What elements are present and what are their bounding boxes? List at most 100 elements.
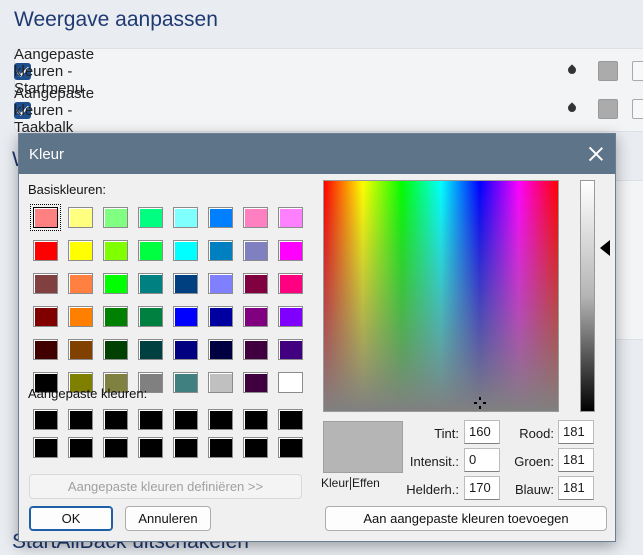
custom-color-swatch-fill: [68, 436, 93, 458]
basic-color-swatch[interactable]: [273, 333, 308, 366]
basic-color-swatch[interactable]: [28, 333, 63, 366]
custom-color-swatch[interactable]: [238, 405, 273, 433]
basic-color-swatch[interactable]: [238, 201, 273, 234]
custom-color-swatch[interactable]: [273, 433, 308, 461]
basic-color-swatch[interactable]: [98, 234, 133, 267]
color-spectrum[interactable]: [323, 180, 559, 412]
basic-color-swatch[interactable]: [203, 234, 238, 267]
basic-color-swatch[interactable]: [238, 234, 273, 267]
crosshair-icon[interactable]: [474, 397, 486, 409]
basic-color-swatch[interactable]: [273, 366, 308, 399]
basic-color-swatch-fill: [103, 240, 128, 261]
custom-color-swatch[interactable]: [203, 433, 238, 461]
basic-color-swatch[interactable]: [273, 267, 308, 300]
luminance-slider[interactable]: [580, 180, 595, 412]
basic-color-swatch[interactable]: [63, 234, 98, 267]
custom-color-swatch[interactable]: [63, 405, 98, 433]
custom-color-swatch[interactable]: [203, 405, 238, 433]
basic-color-swatch-fill: [243, 339, 268, 360]
basic-color-swatch[interactable]: [203, 366, 238, 399]
basic-color-swatch[interactable]: [133, 234, 168, 267]
custom-color-swatch[interactable]: [28, 433, 63, 461]
custom-color-swatch-fill: [103, 436, 128, 458]
basic-color-swatch[interactable]: [203, 333, 238, 366]
dialog-title: Kleur: [29, 145, 65, 163]
basic-color-swatch[interactable]: [63, 300, 98, 333]
basic-color-swatch[interactable]: [203, 267, 238, 300]
custom-color-swatch[interactable]: [133, 405, 168, 433]
basic-color-swatch[interactable]: [238, 333, 273, 366]
luminance-field[interactable]: 170: [464, 476, 500, 500]
custom-color-swatch-fill: [278, 436, 303, 458]
basic-color-swatch[interactable]: [133, 267, 168, 300]
basic-color-swatch[interactable]: [133, 333, 168, 366]
basic-color-swatch[interactable]: [28, 267, 63, 300]
basic-color-swatch[interactable]: [98, 333, 133, 366]
slider-arrow-icon[interactable]: [600, 240, 610, 256]
hue-field[interactable]: 160: [464, 420, 500, 444]
preview-label-color: Kleur: [321, 476, 350, 490]
basic-color-swatch[interactable]: [273, 201, 308, 234]
custom-color-swatch[interactable]: [273, 405, 308, 433]
basic-color-swatch[interactable]: [203, 201, 238, 234]
taskbar-color-swatch[interactable]: [598, 99, 618, 119]
define-custom-colors-button[interactable]: Aangepaste kleuren definiëren >>: [29, 474, 302, 499]
basic-color-swatch-fill: [138, 306, 163, 327]
custom-color-swatch[interactable]: [238, 433, 273, 461]
basic-color-swatch[interactable]: [168, 366, 203, 399]
basic-color-swatch[interactable]: [203, 300, 238, 333]
basic-color-swatch[interactable]: [28, 201, 63, 234]
basic-color-swatch[interactable]: [63, 267, 98, 300]
basic-color-swatch[interactable]: [238, 267, 273, 300]
custom-color-swatch[interactable]: [63, 433, 98, 461]
basic-color-swatch[interactable]: [63, 333, 98, 366]
startmenu-color-swatch[interactable]: [598, 61, 618, 81]
custom-color-swatch[interactable]: [168, 405, 203, 433]
basic-color-swatch[interactable]: [28, 234, 63, 267]
basic-color-swatch[interactable]: [168, 300, 203, 333]
taskbar-colors-row[interactable]: Aangepaste kleuren - Taakbalk: [14, 85, 94, 136]
blue-field[interactable]: 181: [558, 476, 594, 500]
basic-color-swatch[interactable]: [238, 300, 273, 333]
custom-color-swatch[interactable]: [168, 433, 203, 461]
basic-color-swatch[interactable]: [238, 366, 273, 399]
custom-color-swatch[interactable]: [28, 405, 63, 433]
basic-color-swatch-fill: [68, 207, 93, 228]
basic-color-swatch-fill: [278, 240, 303, 261]
basic-color-swatch[interactable]: [63, 201, 98, 234]
droplet-icon[interactable]: [567, 64, 577, 76]
basic-color-swatch[interactable]: [133, 201, 168, 234]
custom-color-swatch[interactable]: [133, 433, 168, 461]
custom-color-swatch[interactable]: [98, 405, 133, 433]
basic-color-swatch[interactable]: [273, 234, 308, 267]
basic-color-swatch-fill: [33, 306, 58, 327]
saturation-field[interactable]: 0: [464, 448, 500, 472]
basic-color-swatch[interactable]: [28, 300, 63, 333]
custom-color-swatch-fill: [103, 408, 128, 430]
ok-button[interactable]: OK: [29, 506, 113, 531]
cancel-button[interactable]: Annuleren: [125, 506, 211, 531]
basic-color-swatch[interactable]: [98, 267, 133, 300]
add-to-custom-colors-button[interactable]: Aan aangepaste kleuren toevoegen: [325, 506, 607, 531]
custom-color-swatch[interactable]: [98, 433, 133, 461]
startmenu-color-swatch-2[interactable]: [632, 61, 643, 81]
basic-color-swatch[interactable]: [133, 300, 168, 333]
basic-color-swatch-fill: [103, 207, 128, 228]
startmenu-colors-row[interactable]: Aangepaste kleuren - Startmenu: [14, 46, 94, 97]
basic-color-swatch[interactable]: [168, 201, 203, 234]
basic-color-swatch[interactable]: [168, 267, 203, 300]
basic-color-swatch-fill: [278, 372, 303, 393]
taskbar-color-swatch-2[interactable]: [632, 99, 643, 119]
custom-color-swatch-fill: [208, 436, 233, 458]
green-field[interactable]: 181: [558, 448, 594, 472]
basic-color-swatch[interactable]: [168, 234, 203, 267]
basic-color-swatch-fill: [103, 339, 128, 360]
droplet-icon[interactable]: [567, 102, 577, 114]
blue-label: Blauw:: [514, 482, 554, 497]
red-field[interactable]: 181: [558, 420, 594, 444]
close-icon[interactable]: [587, 145, 605, 163]
basic-color-swatch[interactable]: [168, 333, 203, 366]
basic-color-swatch[interactable]: [98, 300, 133, 333]
basic-color-swatch[interactable]: [273, 300, 308, 333]
basic-color-swatch[interactable]: [98, 201, 133, 234]
